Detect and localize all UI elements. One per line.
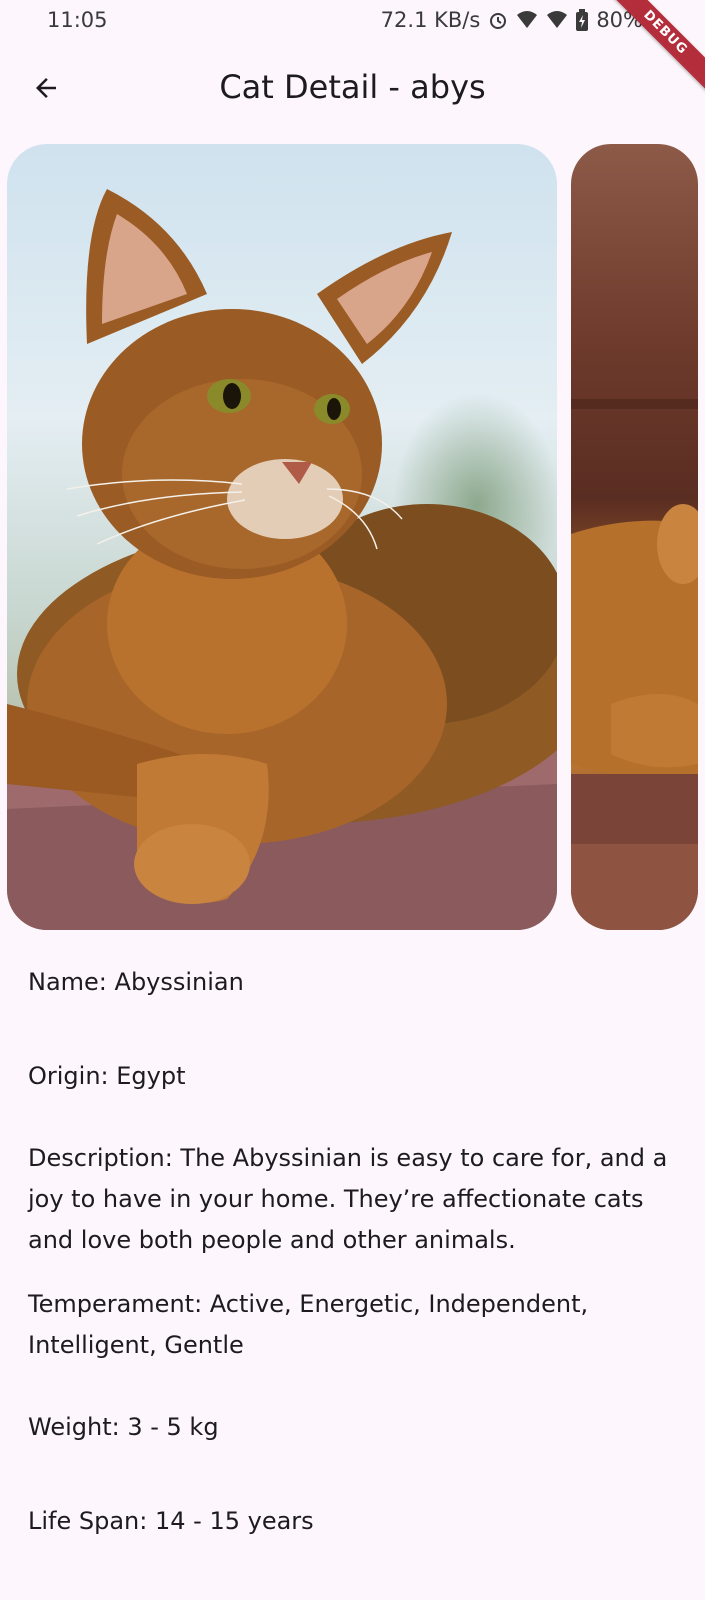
detail-name: Name: Abyssinian bbox=[28, 968, 244, 996]
cat-illustration bbox=[7, 189, 557, 930]
detail-description: Description: The Abyssinian is easy to c… bbox=[28, 1144, 668, 1254]
detail-temperament: Temperament: Active, Energetic, Independ… bbox=[28, 1290, 589, 1359]
status-time: 11:05 bbox=[47, 8, 108, 32]
alarm-icon bbox=[490, 13, 507, 29]
cat-details: Name: Abyssinian Origin: Egypt Descripti… bbox=[28, 962, 678, 1542]
cat-photo-main[interactable] bbox=[7, 144, 557, 930]
couch-cat-illustration bbox=[571, 399, 698, 930]
detail-life-span: Life Span: 14 - 15 years bbox=[28, 1507, 314, 1535]
detail-origin: Origin: Egypt bbox=[28, 1062, 186, 1090]
app-bar: Cat Detail - abys bbox=[0, 52, 705, 124]
signal-icon bbox=[547, 11, 568, 28]
image-carousel[interactable] bbox=[0, 144, 705, 930]
battery-icon bbox=[576, 9, 589, 31]
detail-weight: Weight: 3 - 5 kg bbox=[28, 1413, 219, 1441]
page-title: Cat Detail - abys bbox=[219, 68, 486, 106]
wifi-icon bbox=[517, 11, 538, 28]
cat-photo-next[interactable] bbox=[571, 144, 698, 930]
network-speed: 72.1 KB/s bbox=[380, 8, 481, 32]
